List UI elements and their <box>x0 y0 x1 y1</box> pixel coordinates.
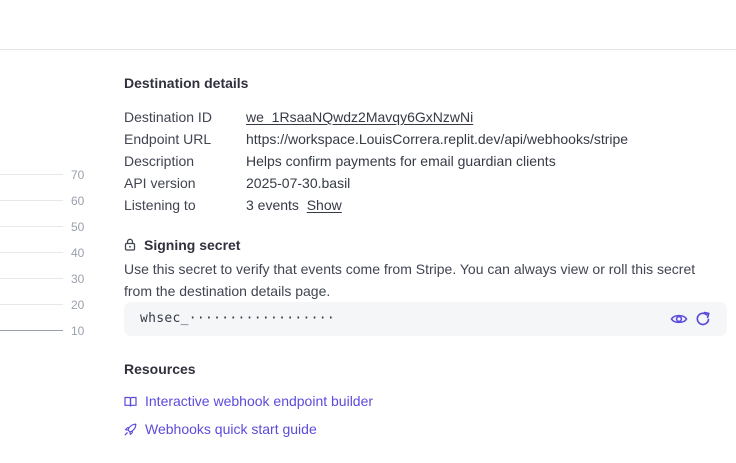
endpoint-url-label: Endpoint URL <box>124 131 212 147</box>
webhook-builder-link[interactable]: Interactive webhook endpoint builder <box>124 393 373 409</box>
gridline <box>0 304 63 305</box>
tick-label: 10 <box>71 324 85 338</box>
lock-icon <box>124 238 136 251</box>
listening-to-value: 3 events Show <box>246 197 342 213</box>
listening-to-label: Listening to <box>124 197 196 213</box>
signing-secret-heading: Signing secret <box>144 237 241 253</box>
rocket-icon <box>124 423 137 435</box>
gridline <box>0 226 63 227</box>
signing-secret-description: Use this secret to verify that events co… <box>124 261 696 299</box>
chart-fragment: 70 60 50 40 30 20 10 <box>0 160 110 340</box>
secret-field: whsec_·················· <box>124 302 727 336</box>
events-count: 3 events <box>246 197 299 213</box>
gridline <box>0 278 63 279</box>
tick-label: 60 <box>71 194 85 208</box>
api-version-label: API version <box>124 175 196 191</box>
tick-label: 50 <box>71 220 85 234</box>
tick-label: 20 <box>71 298 85 312</box>
description-label: Description <box>124 153 195 169</box>
destination-id-label: Destination ID <box>124 109 212 125</box>
tick-label: 70 <box>71 168 85 182</box>
tick-label: 40 <box>71 246 85 260</box>
eye-icon[interactable] <box>670 310 688 328</box>
description-value: Helps confirm payments for email guardia… <box>246 153 556 169</box>
destination-details-heading: Destination details <box>124 75 249 91</box>
quick-start-link[interactable]: Webhooks quick start guide <box>124 421 317 437</box>
gridline <box>0 200 63 201</box>
webhook-builder-label: Interactive webhook endpoint builder <box>145 393 374 409</box>
secret-value: whsec_·················· <box>140 311 336 326</box>
refresh-icon[interactable] <box>694 310 712 328</box>
tick-label: 30 <box>71 272 85 286</box>
endpoint-url-value: https://workspace.LouisCorrera.replit.de… <box>246 131 629 147</box>
show-events-link[interactable]: Show <box>307 197 342 213</box>
gridline <box>0 252 63 253</box>
gridline-baseline <box>0 330 63 331</box>
book-icon <box>124 396 137 407</box>
api-version-value: 2025-07-30.basil <box>246 175 351 191</box>
destination-id-value[interactable]: we_1RsaaNQwdz2Mavqy6GxNzwNi <box>246 109 473 125</box>
resources-heading: Resources <box>124 361 196 377</box>
gridline <box>0 174 63 175</box>
top-bar <box>0 0 736 50</box>
quick-start-label: Webhooks quick start guide <box>145 421 317 437</box>
